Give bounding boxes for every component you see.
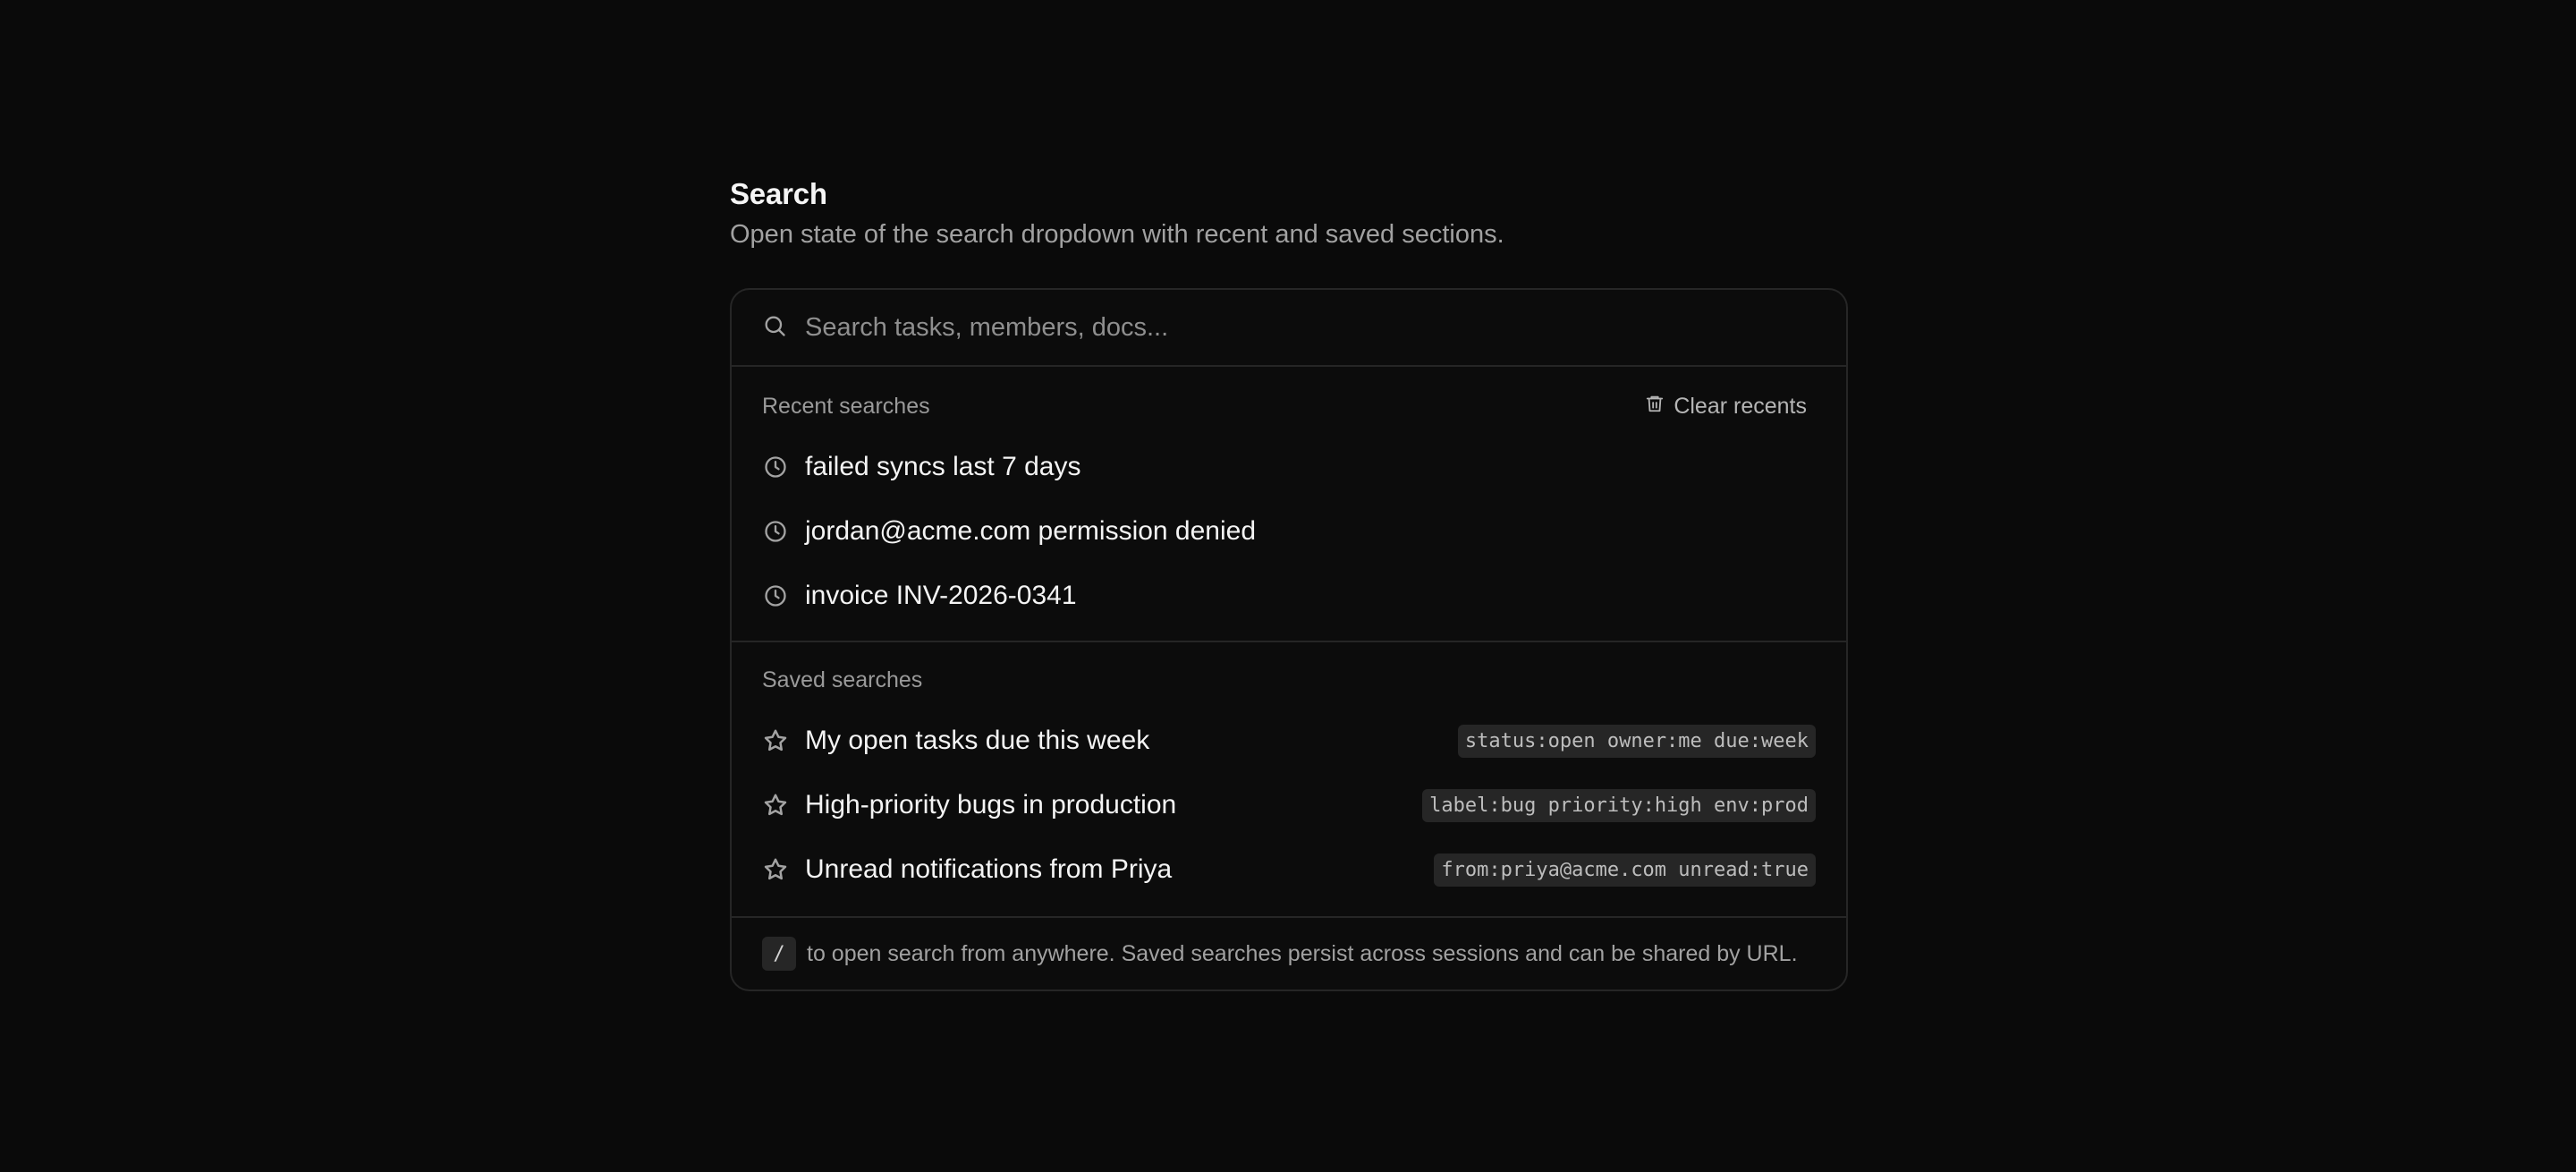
shortcut-key: / (762, 937, 796, 971)
search-dropdown: Recent searches Clear recents failed syn… (730, 288, 1848, 991)
search-footer-hint: / to open search from anywhere. Saved se… (732, 918, 1846, 989)
saved-search-query: status:open owner:me due:week (1457, 724, 1816, 758)
saved-search-text: Unread notifications from Priya (805, 854, 1173, 884)
page-subtitle: Open state of the search dropdown with r… (730, 220, 1504, 249)
trash-icon (1645, 393, 1665, 420)
saved-search-query: label:bug priority:high env:prod (1422, 788, 1816, 822)
star-icon (762, 856, 789, 883)
saved-search-item[interactable]: High-priority bugs in production label:b… (762, 773, 1816, 837)
saved-search-query: from:priya@acme.com unread:true (1434, 853, 1816, 887)
star-icon (762, 727, 789, 754)
recent-searches-section: Recent searches Clear recents failed syn… (732, 367, 1846, 642)
clock-icon (762, 582, 789, 609)
clock-icon (762, 518, 789, 545)
clear-recents-button[interactable]: Clear recents (1645, 393, 1807, 420)
footer-hint-text: to open search from anywhere. Saved sear… (807, 940, 1798, 966)
search-input[interactable] (805, 312, 1816, 343)
saved-search-item[interactable]: My open tasks due this week status:open … (762, 709, 1816, 773)
recent-search-item[interactable]: failed syncs last 7 days (762, 435, 1816, 499)
clear-recents-label: Clear recents (1674, 393, 1807, 419)
recent-searches-label: Recent searches (762, 393, 930, 419)
page-title: Search (730, 177, 827, 210)
recent-search-item[interactable]: jordan@acme.com permission denied (762, 499, 1816, 564)
recent-search-text: jordan@acme.com permission denied (805, 516, 1257, 546)
recent-search-text: failed syncs last 7 days (805, 452, 1081, 481)
star-icon (762, 792, 789, 819)
search-icon (762, 313, 787, 343)
saved-searches-section: Saved searches My open tasks due this we… (732, 642, 1846, 918)
clock-icon (762, 454, 789, 480)
saved-search-text: My open tasks due this week (805, 726, 1150, 755)
saved-search-text: High-priority bugs in production (805, 790, 1177, 820)
recent-search-text: invoice INV-2026-0341 (805, 581, 1077, 610)
saved-searches-label: Saved searches (762, 667, 923, 692)
saved-search-item[interactable]: Unread notifications from Priya from:pri… (762, 837, 1816, 902)
search-demo: Search Open state of the search dropdown… (730, 174, 1848, 991)
search-bar[interactable] (732, 290, 1846, 367)
recent-search-item[interactable]: invoice INV-2026-0341 (762, 564, 1816, 628)
